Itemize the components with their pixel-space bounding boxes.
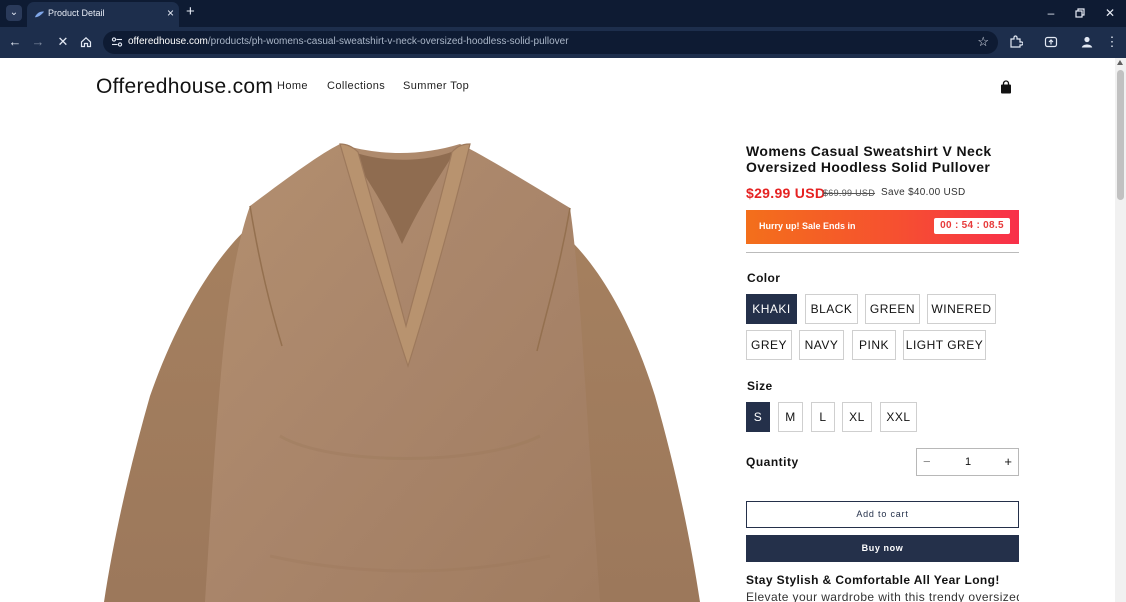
new-tab-plus-icon[interactable]: + xyxy=(186,4,195,20)
quantity-label: Quantity xyxy=(746,455,799,469)
countdown-timer: 00 : 54 : 08.5 xyxy=(934,218,1010,234)
color-option-pink[interactable]: PINK xyxy=(852,330,896,360)
divider xyxy=(746,252,1019,253)
sale-price: $29.99 USD xyxy=(746,185,826,201)
color-option-black[interactable]: BLACK xyxy=(805,294,858,324)
browser-toolbar: ← → ✕ offeredhouse.com/products/ph-women… xyxy=(0,27,1126,58)
add-to-cart-button[interactable]: Add to cart xyxy=(746,501,1019,528)
forward-arrow-icon[interactable]: → xyxy=(30,34,46,50)
tab-capture-icon[interactable] xyxy=(1044,35,1058,49)
scrollbar-thumb[interactable] xyxy=(1117,70,1124,200)
sale-banner-text: Hurry up! Sale Ends in xyxy=(759,221,856,231)
size-label: Size xyxy=(747,379,773,393)
browser-tab-strip: ⌄ Product Detail × + – ✕ xyxy=(0,0,1126,27)
size-option-xxl[interactable]: XXL xyxy=(880,402,917,432)
browser-menu-kebab-icon[interactable]: ⋮ xyxy=(1104,34,1120,50)
color-option-navy[interactable]: NAVY xyxy=(799,330,844,360)
color-option-khaki[interactable]: KHAKI xyxy=(746,294,797,324)
browser-tab-product-detail[interactable]: Product Detail × xyxy=(27,2,179,27)
site-logo[interactable]: Offeredhouse.com xyxy=(96,75,273,99)
quantity-input[interactable]: 1 xyxy=(957,456,979,468)
color-option-light-grey[interactable]: LIGHT GREY xyxy=(903,330,986,360)
minimize-icon[interactable]: – xyxy=(1044,6,1058,20)
url-path: /products/ph-womens-casual-sweatshirt-v-… xyxy=(207,36,569,47)
page-scrollbar[interactable] xyxy=(1115,58,1126,602)
tab-close-icon[interactable]: × xyxy=(167,6,174,20)
color-option-winered[interactable]: WINERED xyxy=(927,294,996,324)
nav-link-summer-top[interactable]: Summer Top xyxy=(403,80,469,92)
sale-countdown-banner: Hurry up! Sale Ends in 00 : 54 : 08.5 xyxy=(746,210,1019,244)
url-host: offeredhouse.com xyxy=(128,36,208,47)
tab-title: Product Detail xyxy=(48,8,105,18)
close-window-icon[interactable]: ✕ xyxy=(1103,6,1117,20)
size-option-m[interactable]: M xyxy=(778,402,803,432)
size-option-s[interactable]: S xyxy=(746,402,770,432)
address-bar[interactable]: offeredhouse.com/products/ph-womens-casu… xyxy=(103,31,998,54)
scroll-up-arrow-icon[interactable] xyxy=(1117,60,1123,65)
description-text: Elevate your wardrobe with this trendy o… xyxy=(746,590,1019,602)
compare-at-price: $69.99 USD xyxy=(823,188,876,198)
page-favicon-icon xyxy=(34,11,45,18)
size-option-l[interactable]: L xyxy=(811,402,835,432)
nav-link-home[interactable]: Home xyxy=(277,80,308,92)
nav-link-collections[interactable]: Collections xyxy=(327,80,385,92)
savings-text: Save $40.00 USD xyxy=(881,187,966,198)
product-title: Womens Casual Sweatshirt V Neck Oversize… xyxy=(746,143,992,175)
plus-icon[interactable]: + xyxy=(1004,454,1012,470)
site-info-icon[interactable] xyxy=(111,36,123,48)
buy-now-button[interactable]: Buy now xyxy=(746,535,1019,562)
color-label: Color xyxy=(747,271,781,285)
size-option-xl[interactable]: XL xyxy=(842,402,872,432)
stop-loading-icon[interactable]: ✕ xyxy=(55,34,71,50)
back-arrow-icon[interactable]: ← xyxy=(7,34,23,50)
minus-icon[interactable]: − xyxy=(923,454,931,470)
product-image-sweater[interactable] xyxy=(100,136,704,602)
quantity-stepper: − 1 + xyxy=(916,448,1019,476)
tab-search-chevron-icon[interactable]: ⌄ xyxy=(6,5,22,21)
description-heading: Stay Stylish & Comfortable All Year Long… xyxy=(746,573,1000,587)
page-viewport: Offeredhouse.com Home Collections Summer… xyxy=(0,58,1115,602)
url-text: offeredhouse.com/products/ph-womens-casu… xyxy=(128,36,569,47)
profile-avatar-icon[interactable] xyxy=(1080,35,1094,49)
color-option-grey[interactable]: GREY xyxy=(746,330,792,360)
shopping-bag-icon[interactable] xyxy=(1000,80,1012,94)
color-option-green[interactable]: GREEN xyxy=(865,294,920,324)
extensions-puzzle-icon[interactable] xyxy=(1009,35,1023,49)
restore-icon[interactable] xyxy=(1073,6,1087,21)
home-icon[interactable] xyxy=(78,34,94,50)
bookmark-star-icon[interactable]: ☆ xyxy=(977,34,989,50)
